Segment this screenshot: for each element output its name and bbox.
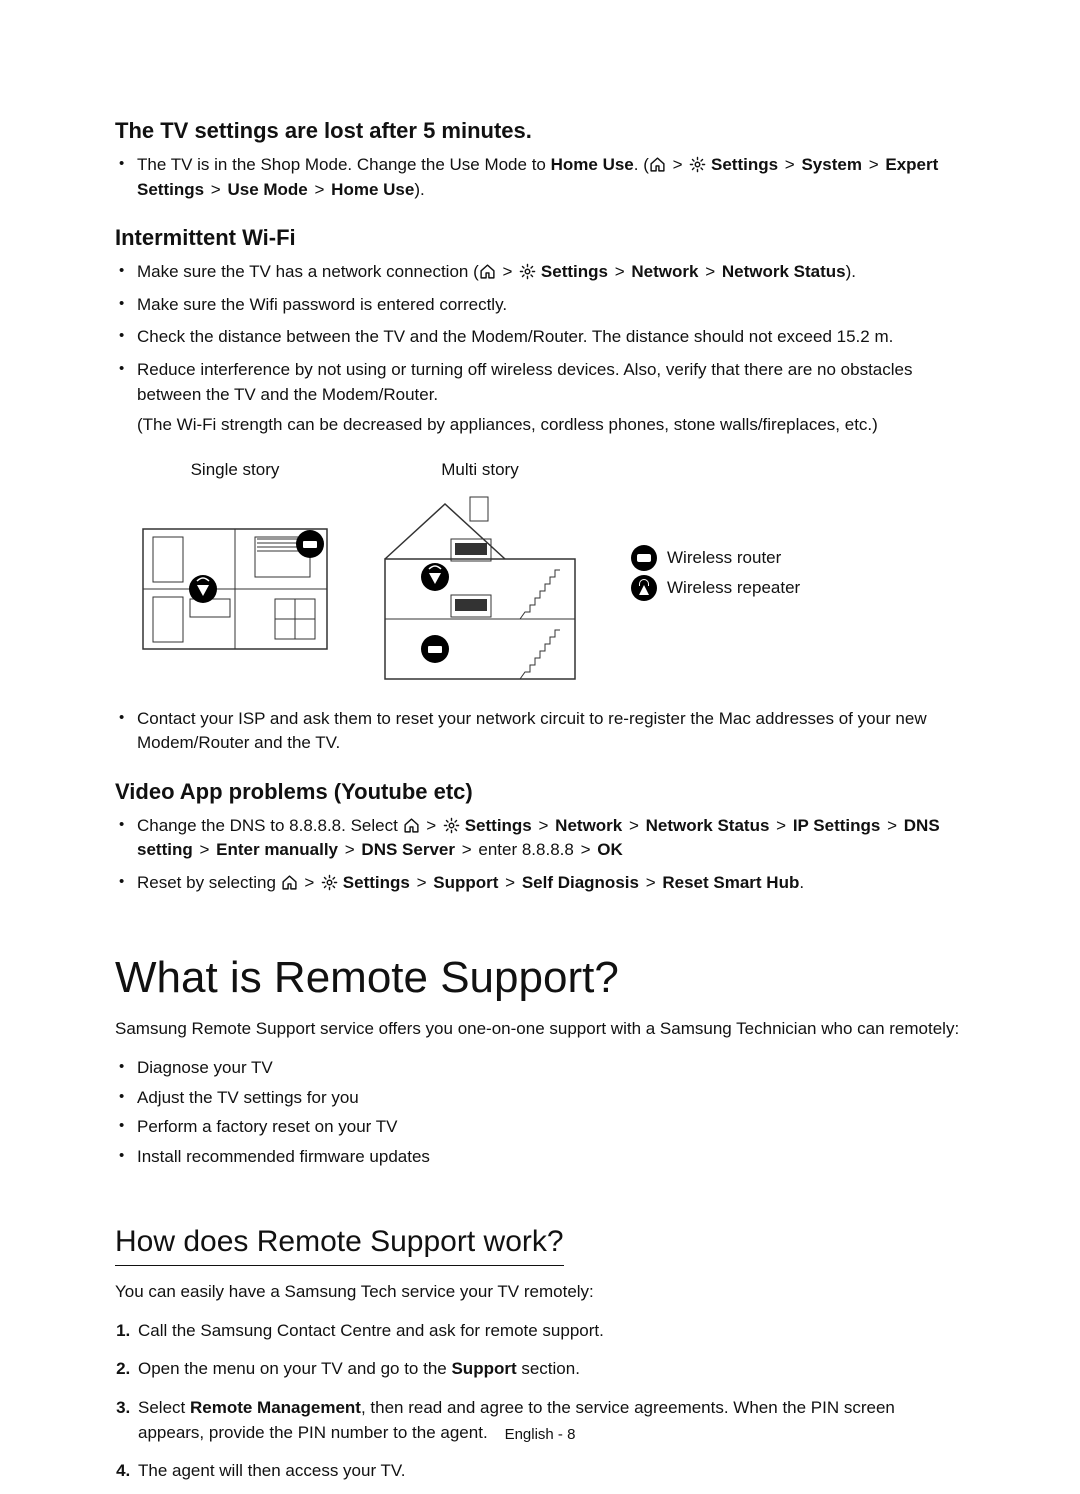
gear-icon (519, 263, 536, 280)
diagram-row: Single story Multi story (115, 458, 965, 689)
step-4: The agent will then access your TV. (135, 1459, 965, 1484)
bullet-distance: Check the distance between the TV and th… (135, 325, 965, 350)
remote-item-2: Perform a factory reset on your TV (135, 1115, 965, 1140)
bullet-contact-isp: Contact your ISP and ask them to reset y… (135, 707, 965, 756)
diagram-multi-story (375, 489, 585, 689)
remote-support-intro: Samsung Remote Support service offers yo… (115, 1017, 965, 1042)
home-icon (403, 817, 420, 834)
remote-item-3: Install recommended firmware updates (135, 1145, 965, 1170)
bullet-network-connection: Make sure the TV has a network connectio… (135, 260, 965, 285)
step-1: Call the Samsung Contact Centre and ask … (135, 1319, 965, 1344)
remote-item-0: Diagnose your TV (135, 1056, 965, 1081)
path-sep: > (673, 153, 683, 178)
bullet-reset-smart-hub: Reset by selecting > Settings > Support … (135, 871, 965, 896)
bullet-change-dns: Change the DNS to 8.8.8.8. Select > Sett… (135, 814, 965, 863)
step-2: Open the menu on your TV and go to the S… (135, 1357, 965, 1382)
heading-tv-settings-lost: The TV settings are lost after 5 minutes… (115, 115, 965, 147)
legend-router-icon (631, 545, 657, 571)
home-icon (281, 874, 298, 891)
legend-router-label: Wireless router (667, 546, 781, 571)
caption-multi-story: Multi story (375, 458, 585, 483)
caption-single-story: Single story (135, 458, 335, 483)
gear-icon (689, 156, 706, 173)
heading-video-app-problems: Video App problems (Youtube etc) (115, 776, 965, 808)
heading-intermittent-wifi: Intermittent Wi-Fi (115, 222, 965, 254)
page-footer: English - 8 (0, 1424, 1080, 1446)
home-icon (649, 156, 666, 173)
heading-how-remote-support-work: How does Remote Support work? (115, 1220, 564, 1267)
gear-icon (321, 874, 338, 891)
bullet-wifi-password: Make sure the Wifi password is entered c… (135, 293, 965, 318)
home-icon (479, 263, 496, 280)
diagram-single-story (135, 489, 335, 659)
diagram-legend: Wireless router Wireless repeater (631, 541, 800, 605)
label-home-use: Home Use (551, 155, 634, 174)
legend-repeater-icon (631, 575, 657, 601)
heading-what-is-remote-support: What is Remote Support? (115, 946, 965, 1010)
bullet-shop-mode: The TV is in the Shop Mode. Change the U… (135, 153, 965, 202)
how-intro: You can easily have a Samsung Tech servi… (115, 1280, 965, 1305)
remote-item-1: Adjust the TV settings for you (135, 1086, 965, 1111)
legend-repeater-label: Wireless repeater (667, 576, 800, 601)
bullet-interference: Reduce interference by not using or turn… (135, 358, 965, 438)
gear-icon (443, 817, 460, 834)
